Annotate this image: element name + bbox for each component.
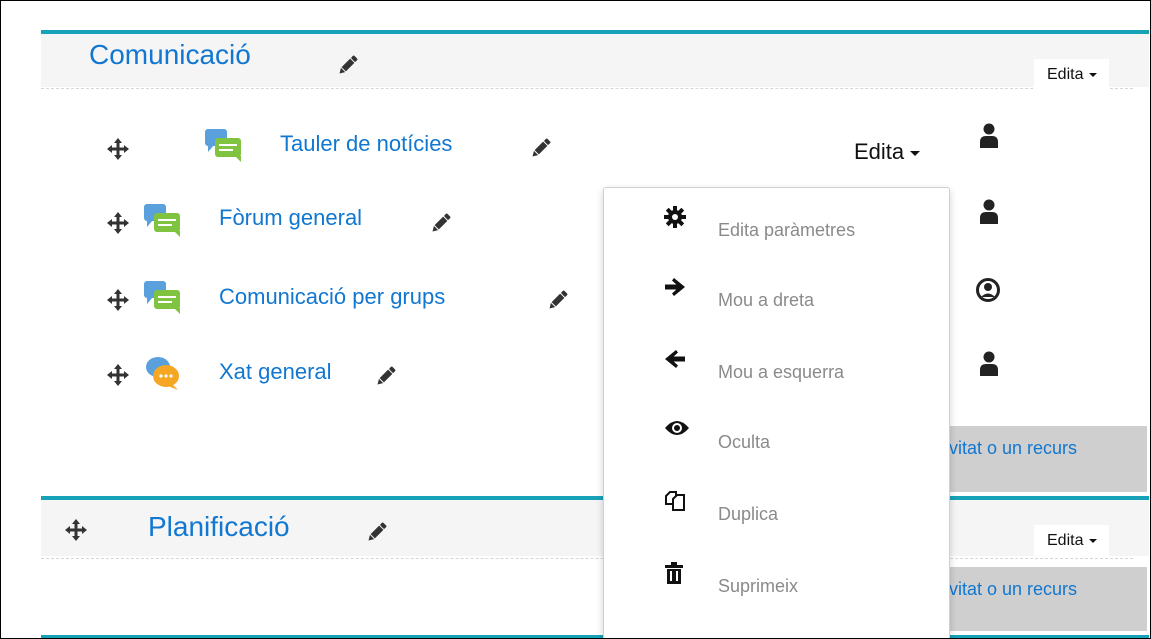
section-divider bbox=[41, 88, 1133, 89]
section-title-comunicacio[interactable]: Comunicació bbox=[89, 39, 251, 71]
menu-item-label: Oculta bbox=[718, 432, 771, 452]
forum-icon bbox=[144, 281, 182, 315]
menu-item-move-right[interactable]: Mou a dreta bbox=[604, 276, 949, 336]
user-circle-icon[interactable] bbox=[975, 277, 1001, 303]
forum-icon bbox=[205, 129, 243, 163]
move-icon[interactable] bbox=[107, 138, 129, 160]
arrow-left-icon bbox=[664, 348, 692, 376]
menu-item-label: Suprimeix bbox=[718, 576, 799, 596]
menu-item-label: Mou a dreta bbox=[718, 290, 815, 310]
activity-link-tauler-de-noticies[interactable]: Tauler de notícies bbox=[280, 131, 452, 157]
pencil-icon[interactable] bbox=[365, 520, 389, 544]
menu-item-label: Duplica bbox=[718, 504, 779, 524]
menu-item-duplicate[interactable]: Duplica bbox=[604, 490, 949, 550]
caret-down-icon bbox=[910, 150, 921, 156]
pencil-icon[interactable] bbox=[374, 364, 398, 388]
copy-icon bbox=[664, 490, 692, 518]
section-top-border bbox=[41, 635, 1149, 638]
edit-label: Edita bbox=[854, 139, 905, 164]
trash-icon bbox=[664, 562, 692, 590]
gear-icon bbox=[664, 206, 692, 234]
activity-link-comunicacio-per-grups[interactable]: Comunicació per grups bbox=[219, 284, 445, 310]
pencil-icon[interactable] bbox=[529, 136, 553, 160]
section-edit-menu-button[interactable]: Edita bbox=[1034, 59, 1110, 92]
move-icon[interactable] bbox=[107, 364, 129, 386]
course-page: Comunicació Edita Tauler de notícies Edi… bbox=[0, 0, 1151, 639]
add-activity-button[interactable]: ivitat o un recurs bbox=[933, 426, 1147, 492]
menu-item-label: Edita paràmetres bbox=[718, 220, 856, 240]
chat-icon bbox=[144, 356, 182, 392]
eye-icon bbox=[664, 418, 692, 446]
arrow-right-icon bbox=[664, 276, 692, 304]
menu-item-delete[interactable]: Suprimeix bbox=[604, 562, 949, 622]
menu-item-edit-settings[interactable]: Edita paràmetres bbox=[604, 206, 949, 266]
caret-down-icon bbox=[1089, 72, 1098, 77]
section-edit-menu-button[interactable]: Edita bbox=[1034, 525, 1110, 558]
activity-link-forum-general[interactable]: Fòrum general bbox=[219, 205, 362, 231]
move-icon[interactable] bbox=[107, 212, 129, 234]
activity-edit-dropdown: Edita paràmetres Mou a dreta Mou a esque… bbox=[603, 187, 950, 638]
pencil-icon[interactable] bbox=[546, 288, 570, 312]
forum-icon bbox=[144, 204, 182, 238]
menu-item-hide[interactable]: Oculta bbox=[604, 418, 949, 478]
add-activity-button[interactable]: ivitat o un recurs bbox=[933, 567, 1147, 631]
menu-item-label: Mou a esquerra bbox=[718, 362, 845, 382]
add-activity-label: ivitat o un recurs bbox=[945, 438, 1078, 458]
edit-label: Edita bbox=[1047, 66, 1084, 83]
add-activity-label: ivitat o un recurs bbox=[945, 579, 1078, 599]
pencil-icon[interactable] bbox=[429, 211, 453, 235]
edit-label: Edita bbox=[1047, 532, 1084, 549]
user-icon[interactable] bbox=[978, 199, 1000, 225]
pencil-icon[interactable] bbox=[336, 53, 360, 77]
move-icon[interactable] bbox=[107, 289, 129, 311]
user-icon[interactable] bbox=[978, 351, 1000, 377]
move-icon[interactable] bbox=[65, 519, 87, 541]
activity-link-xat-general[interactable]: Xat general bbox=[219, 359, 332, 385]
activity-edit-menu-button[interactable]: Edita bbox=[854, 139, 921, 165]
menu-item-move-left[interactable]: Mou a esquerra bbox=[604, 348, 949, 408]
section-divider bbox=[41, 558, 1133, 559]
caret-down-icon bbox=[1089, 538, 1098, 543]
user-icon[interactable] bbox=[978, 123, 1000, 149]
section-title-planificacio[interactable]: Planificació bbox=[148, 511, 290, 543]
